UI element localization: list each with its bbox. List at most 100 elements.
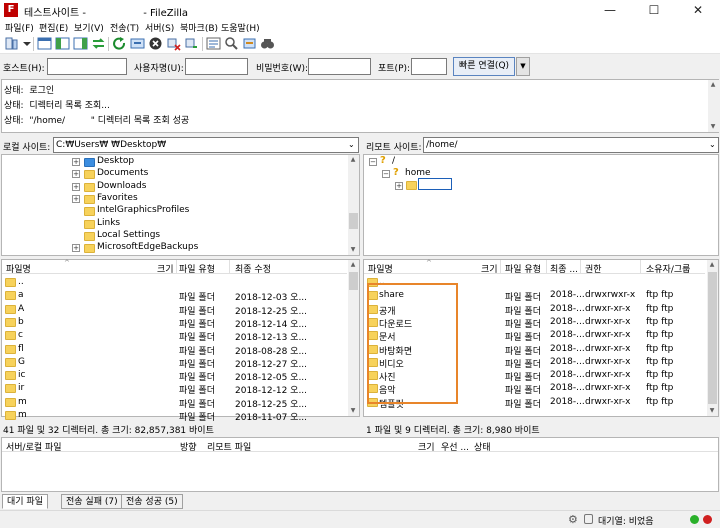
gear-icon[interactable]: ⚙ bbox=[568, 513, 578, 526]
chevron-down-icon[interactable]: ⌄ bbox=[348, 140, 355, 149]
column-divider[interactable] bbox=[176, 260, 177, 274]
column-divider[interactable] bbox=[500, 260, 501, 274]
tree-item-rename-field[interactable] bbox=[418, 178, 452, 190]
close-button[interactable]: ✕ bbox=[676, 0, 720, 20]
menu-bookmarks[interactable]: 북마크(B) bbox=[180, 21, 218, 34]
table-row[interactable]: fl 파일 폴더 2018-08-28 오... bbox=[2, 343, 347, 357]
tree-item[interactable]: MicrosoftEdgeBackups bbox=[97, 242, 198, 254]
toggle-remote-tree-icon[interactable] bbox=[73, 36, 88, 51]
toggle-local-tree-icon[interactable] bbox=[55, 36, 70, 51]
tree-item[interactable]: Desktop bbox=[97, 156, 134, 168]
column-divider[interactable] bbox=[580, 260, 581, 274]
column-filename[interactable]: 파일명 bbox=[368, 262, 393, 275]
scroll-up-icon[interactable]: ▲ bbox=[348, 155, 358, 165]
column-modified[interactable]: 최종 수정 bbox=[235, 262, 271, 275]
username-input[interactable] bbox=[185, 58, 248, 75]
table-row[interactable]: .. bbox=[2, 276, 347, 289]
collapse-icon[interactable]: − bbox=[382, 170, 390, 178]
column-size[interactable]: 크기 bbox=[418, 440, 435, 453]
table-row[interactable]: G 파일 폴더 2018-12-27 오... bbox=[2, 356, 347, 370]
scroll-up-icon[interactable]: ▲ bbox=[348, 260, 358, 270]
remote-site-path[interactable]: /home/ bbox=[423, 137, 719, 153]
reconnect-icon[interactable] bbox=[184, 36, 199, 51]
local-directory-tree[interactable]: + Desktop + Documents + Downloads + Favorites In… bbox=[1, 154, 360, 256]
table-row[interactable]: c 파일 폴더 2018-12-13 오... bbox=[2, 329, 347, 343]
message-log[interactable]: 상태: 로그인 상태: 디렉터리 목록 조회... 상태: "/home/ " … bbox=[1, 79, 719, 133]
menu-help[interactable]: 도움말(H) bbox=[221, 21, 260, 34]
tree-item-root[interactable]: / bbox=[392, 156, 395, 166]
tree-item[interactable]: Local Settings bbox=[97, 230, 160, 242]
host-input[interactable] bbox=[47, 58, 127, 75]
toggle-log-icon[interactable] bbox=[37, 36, 52, 51]
scroll-down-icon[interactable]: ▼ bbox=[348, 245, 358, 255]
disconnect-icon[interactable] bbox=[166, 36, 181, 51]
table-row[interactable]: b 파일 폴더 2018-12-14 오... bbox=[2, 316, 347, 330]
scroll-thumb[interactable] bbox=[349, 272, 358, 290]
log-scrollbar[interactable]: ▲ ▼ bbox=[708, 80, 719, 132]
scroll-down-icon[interactable]: ▼ bbox=[708, 122, 718, 132]
column-divider[interactable] bbox=[546, 260, 547, 274]
scroll-up-icon[interactable]: ▲ bbox=[707, 260, 717, 270]
menu-transfer[interactable]: 전송(T) bbox=[110, 21, 139, 34]
process-queue-icon[interactable] bbox=[130, 36, 145, 51]
menu-view[interactable]: 보기(V) bbox=[74, 21, 104, 34]
maximize-button[interactable]: ☐ bbox=[632, 0, 676, 20]
chevron-down-icon[interactable]: ⌄ bbox=[709, 140, 716, 149]
remote-directory-tree[interactable]: − ? / − ? home + bbox=[363, 154, 719, 256]
tree-item-home[interactable]: home bbox=[405, 168, 431, 178]
column-direction[interactable]: 방향 bbox=[180, 440, 197, 453]
local-site-path[interactable]: C:₩Users₩ ₩Desktop₩ bbox=[53, 137, 359, 153]
compare-icon[interactable] bbox=[224, 36, 239, 51]
column-modified[interactable]: 최종 ... bbox=[550, 262, 578, 275]
column-size[interactable]: 크기 bbox=[157, 262, 174, 275]
password-input[interactable] bbox=[308, 58, 371, 75]
tree-item[interactable]: Documents bbox=[97, 168, 148, 180]
table-row[interactable]: ir 파일 폴더 2018-12-12 오... bbox=[2, 382, 347, 396]
expand-icon[interactable]: + bbox=[72, 182, 80, 191]
column-divider[interactable] bbox=[640, 260, 641, 274]
scroll-down-icon[interactable]: ▼ bbox=[348, 406, 358, 416]
table-row[interactable]: a 파일 폴더 2018-12-03 오... bbox=[2, 289, 347, 303]
menu-edit[interactable]: 편집(E) bbox=[39, 21, 68, 34]
column-priority[interactable]: 우선 ... bbox=[441, 440, 469, 453]
menu-server[interactable]: 서버(S) bbox=[145, 21, 174, 34]
scroll-up-icon[interactable]: ▲ bbox=[708, 80, 718, 90]
table-row[interactable]: ic 파일 폴더 2018-12-05 오... bbox=[2, 369, 347, 383]
expand-icon[interactable]: + bbox=[72, 170, 80, 179]
column-remote-file[interactable]: 리모트 파일 bbox=[207, 440, 251, 453]
column-type[interactable]: 파일 유형 bbox=[179, 262, 215, 275]
port-input[interactable] bbox=[411, 58, 447, 75]
table-row[interactable]: m 파일 폴더 2018-11-07 오... bbox=[2, 409, 347, 423]
sync-browsing-icon[interactable] bbox=[242, 36, 257, 51]
quickconnect-button[interactable]: 빠른 연결(Q) bbox=[453, 57, 515, 76]
column-size[interactable]: 크기 bbox=[481, 262, 498, 275]
tab-failed-transfers[interactable]: 전송 실패 (7) bbox=[61, 494, 123, 509]
column-filename[interactable]: 파일명 bbox=[6, 262, 31, 275]
search-icon[interactable] bbox=[260, 36, 275, 51]
tree-item[interactable]: IntelGraphicsProfiles bbox=[97, 205, 189, 217]
site-manager-icon[interactable] bbox=[4, 36, 19, 51]
local-tree-scrollbar[interactable]: ▲ ▼ bbox=[348, 155, 359, 255]
tree-item[interactable]: Downloads bbox=[97, 181, 146, 193]
minimize-button[interactable]: — bbox=[588, 0, 632, 20]
transfer-queue[interactable]: 서버/로컬 파일 방향 리모트 파일 크기 우선 ... 상태 bbox=[1, 437, 719, 492]
table-row[interactable]: m 파일 폴더 2018-12-25 오... bbox=[2, 396, 347, 410]
expand-icon[interactable]: + bbox=[72, 194, 80, 203]
expand-icon[interactable]: + bbox=[395, 182, 403, 190]
scroll-down-icon[interactable]: ▼ bbox=[707, 406, 717, 416]
cancel-icon[interactable] bbox=[148, 36, 163, 51]
column-divider[interactable] bbox=[229, 260, 230, 274]
toggle-queue-icon[interactable] bbox=[91, 36, 106, 51]
column-type[interactable]: 파일 유형 bbox=[505, 262, 541, 275]
table-row[interactable]: A 파일 폴더 2018-12-25 오... bbox=[2, 303, 347, 317]
quickconnect-dropdown[interactable]: ▼ bbox=[516, 57, 530, 76]
expand-icon[interactable]: + bbox=[72, 158, 80, 166]
scroll-thumb[interactable] bbox=[349, 213, 358, 229]
tab-queued-files[interactable]: 대기 파일 bbox=[2, 494, 48, 509]
column-server-local-file[interactable]: 서버/로컬 파일 bbox=[6, 440, 62, 453]
tree-item[interactable]: Links bbox=[97, 218, 120, 230]
local-list-scrollbar[interactable]: ▲ ▼ bbox=[348, 260, 359, 416]
column-owner[interactable]: 소유자/그룹 bbox=[646, 262, 690, 275]
column-permissions[interactable]: 권한 bbox=[585, 262, 602, 275]
expand-icon[interactable]: + bbox=[72, 244, 80, 253]
